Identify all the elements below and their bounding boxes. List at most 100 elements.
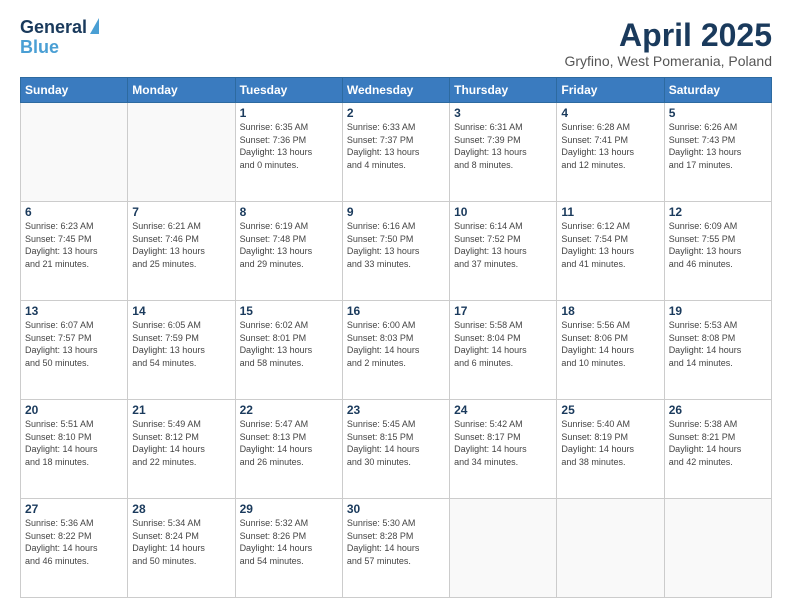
day-info: Sunrise: 6:19 AM Sunset: 7:48 PM Dayligh… <box>240 220 338 270</box>
table-row: 29Sunrise: 5:32 AM Sunset: 8:26 PM Dayli… <box>235 499 342 598</box>
table-row: 24Sunrise: 5:42 AM Sunset: 8:17 PM Dayli… <box>450 400 557 499</box>
table-row: 1Sunrise: 6:35 AM Sunset: 7:36 PM Daylig… <box>235 103 342 202</box>
table-row: 12Sunrise: 6:09 AM Sunset: 7:55 PM Dayli… <box>664 202 771 301</box>
day-number: 27 <box>25 502 123 516</box>
day-info: Sunrise: 5:38 AM Sunset: 8:21 PM Dayligh… <box>669 418 767 468</box>
col-friday: Friday <box>557 78 664 103</box>
table-row: 20Sunrise: 5:51 AM Sunset: 8:10 PM Dayli… <box>21 400 128 499</box>
table-row: 30Sunrise: 5:30 AM Sunset: 8:28 PM Dayli… <box>342 499 449 598</box>
table-row: 16Sunrise: 6:00 AM Sunset: 8:03 PM Dayli… <box>342 301 449 400</box>
table-row: 17Sunrise: 5:58 AM Sunset: 8:04 PM Dayli… <box>450 301 557 400</box>
table-row: 25Sunrise: 5:40 AM Sunset: 8:19 PM Dayli… <box>557 400 664 499</box>
logo-triangle-icon <box>90 18 99 34</box>
calendar-table: Sunday Monday Tuesday Wednesday Thursday… <box>20 77 772 598</box>
calendar-week-row: 1Sunrise: 6:35 AM Sunset: 7:36 PM Daylig… <box>21 103 772 202</box>
col-saturday: Saturday <box>664 78 771 103</box>
day-info: Sunrise: 5:32 AM Sunset: 8:26 PM Dayligh… <box>240 517 338 567</box>
day-number: 28 <box>132 502 230 516</box>
col-monday: Monday <box>128 78 235 103</box>
day-number: 11 <box>561 205 659 219</box>
table-row: 15Sunrise: 6:02 AM Sunset: 8:01 PM Dayli… <box>235 301 342 400</box>
day-info: Sunrise: 5:47 AM Sunset: 8:13 PM Dayligh… <box>240 418 338 468</box>
day-number: 1 <box>240 106 338 120</box>
table-row <box>450 499 557 598</box>
calendar-week-row: 13Sunrise: 6:07 AM Sunset: 7:57 PM Dayli… <box>21 301 772 400</box>
day-info: Sunrise: 6:05 AM Sunset: 7:59 PM Dayligh… <box>132 319 230 369</box>
col-tuesday: Tuesday <box>235 78 342 103</box>
day-info: Sunrise: 5:49 AM Sunset: 8:12 PM Dayligh… <box>132 418 230 468</box>
day-info: Sunrise: 5:53 AM Sunset: 8:08 PM Dayligh… <box>669 319 767 369</box>
calendar-week-row: 6Sunrise: 6:23 AM Sunset: 7:45 PM Daylig… <box>21 202 772 301</box>
day-number: 18 <box>561 304 659 318</box>
day-number: 30 <box>347 502 445 516</box>
table-row: 5Sunrise: 6:26 AM Sunset: 7:43 PM Daylig… <box>664 103 771 202</box>
day-number: 9 <box>347 205 445 219</box>
calendar-week-row: 27Sunrise: 5:36 AM Sunset: 8:22 PM Dayli… <box>21 499 772 598</box>
day-info: Sunrise: 6:12 AM Sunset: 7:54 PM Dayligh… <box>561 220 659 270</box>
day-info: Sunrise: 5:30 AM Sunset: 8:28 PM Dayligh… <box>347 517 445 567</box>
logo: General Blue <box>20 18 99 58</box>
table-row: 22Sunrise: 5:47 AM Sunset: 8:13 PM Dayli… <box>235 400 342 499</box>
day-number: 2 <box>347 106 445 120</box>
subtitle: Gryfino, West Pomerania, Poland <box>564 53 772 69</box>
table-row: 9Sunrise: 6:16 AM Sunset: 7:50 PM Daylig… <box>342 202 449 301</box>
table-row: 4Sunrise: 6:28 AM Sunset: 7:41 PM Daylig… <box>557 103 664 202</box>
logo-text-blue: Blue <box>20 38 99 58</box>
day-number: 6 <box>25 205 123 219</box>
day-info: Sunrise: 5:40 AM Sunset: 8:19 PM Dayligh… <box>561 418 659 468</box>
day-info: Sunrise: 5:36 AM Sunset: 8:22 PM Dayligh… <box>25 517 123 567</box>
day-number: 26 <box>669 403 767 417</box>
day-number: 20 <box>25 403 123 417</box>
table-row: 18Sunrise: 5:56 AM Sunset: 8:06 PM Dayli… <box>557 301 664 400</box>
day-number: 4 <box>561 106 659 120</box>
day-info: Sunrise: 6:26 AM Sunset: 7:43 PM Dayligh… <box>669 121 767 171</box>
calendar-header-row: Sunday Monday Tuesday Wednesday Thursday… <box>21 78 772 103</box>
day-info: Sunrise: 6:07 AM Sunset: 7:57 PM Dayligh… <box>25 319 123 369</box>
table-row: 26Sunrise: 5:38 AM Sunset: 8:21 PM Dayli… <box>664 400 771 499</box>
table-row: 23Sunrise: 5:45 AM Sunset: 8:15 PM Dayli… <box>342 400 449 499</box>
table-row: 7Sunrise: 6:21 AM Sunset: 7:46 PM Daylig… <box>128 202 235 301</box>
calendar-week-row: 20Sunrise: 5:51 AM Sunset: 8:10 PM Dayli… <box>21 400 772 499</box>
day-number: 25 <box>561 403 659 417</box>
day-info: Sunrise: 5:45 AM Sunset: 8:15 PM Dayligh… <box>347 418 445 468</box>
day-info: Sunrise: 6:35 AM Sunset: 7:36 PM Dayligh… <box>240 121 338 171</box>
day-number: 19 <box>669 304 767 318</box>
day-info: Sunrise: 6:14 AM Sunset: 7:52 PM Dayligh… <box>454 220 552 270</box>
day-number: 24 <box>454 403 552 417</box>
day-number: 23 <box>347 403 445 417</box>
day-info: Sunrise: 6:28 AM Sunset: 7:41 PM Dayligh… <box>561 121 659 171</box>
table-row: 10Sunrise: 6:14 AM Sunset: 7:52 PM Dayli… <box>450 202 557 301</box>
day-info: Sunrise: 5:34 AM Sunset: 8:24 PM Dayligh… <box>132 517 230 567</box>
day-number: 15 <box>240 304 338 318</box>
day-info: Sunrise: 6:16 AM Sunset: 7:50 PM Dayligh… <box>347 220 445 270</box>
day-info: Sunrise: 5:42 AM Sunset: 8:17 PM Dayligh… <box>454 418 552 468</box>
day-number: 3 <box>454 106 552 120</box>
day-number: 10 <box>454 205 552 219</box>
table-row: 3Sunrise: 6:31 AM Sunset: 7:39 PM Daylig… <box>450 103 557 202</box>
day-info: Sunrise: 5:58 AM Sunset: 8:04 PM Dayligh… <box>454 319 552 369</box>
table-row: 2Sunrise: 6:33 AM Sunset: 7:37 PM Daylig… <box>342 103 449 202</box>
day-info: Sunrise: 5:56 AM Sunset: 8:06 PM Dayligh… <box>561 319 659 369</box>
table-row: 13Sunrise: 6:07 AM Sunset: 7:57 PM Dayli… <box>21 301 128 400</box>
col-wednesday: Wednesday <box>342 78 449 103</box>
day-number: 14 <box>132 304 230 318</box>
table-row: 8Sunrise: 6:19 AM Sunset: 7:48 PM Daylig… <box>235 202 342 301</box>
header: General Blue April 2025 Gryfino, West Po… <box>20 18 772 69</box>
table-row <box>21 103 128 202</box>
day-info: Sunrise: 6:31 AM Sunset: 7:39 PM Dayligh… <box>454 121 552 171</box>
col-sunday: Sunday <box>21 78 128 103</box>
day-number: 12 <box>669 205 767 219</box>
table-row: 6Sunrise: 6:23 AM Sunset: 7:45 PM Daylig… <box>21 202 128 301</box>
day-number: 5 <box>669 106 767 120</box>
day-info: Sunrise: 6:23 AM Sunset: 7:45 PM Dayligh… <box>25 220 123 270</box>
day-info: Sunrise: 6:02 AM Sunset: 8:01 PM Dayligh… <box>240 319 338 369</box>
day-number: 17 <box>454 304 552 318</box>
table-row: 27Sunrise: 5:36 AM Sunset: 8:22 PM Dayli… <box>21 499 128 598</box>
day-info: Sunrise: 5:51 AM Sunset: 8:10 PM Dayligh… <box>25 418 123 468</box>
table-row: 21Sunrise: 5:49 AM Sunset: 8:12 PM Dayli… <box>128 400 235 499</box>
page: General Blue April 2025 Gryfino, West Po… <box>0 0 792 612</box>
day-info: Sunrise: 6:09 AM Sunset: 7:55 PM Dayligh… <box>669 220 767 270</box>
title-block: April 2025 Gryfino, West Pomerania, Pola… <box>564 18 772 69</box>
logo-text-general: General <box>20 18 87 38</box>
day-number: 22 <box>240 403 338 417</box>
